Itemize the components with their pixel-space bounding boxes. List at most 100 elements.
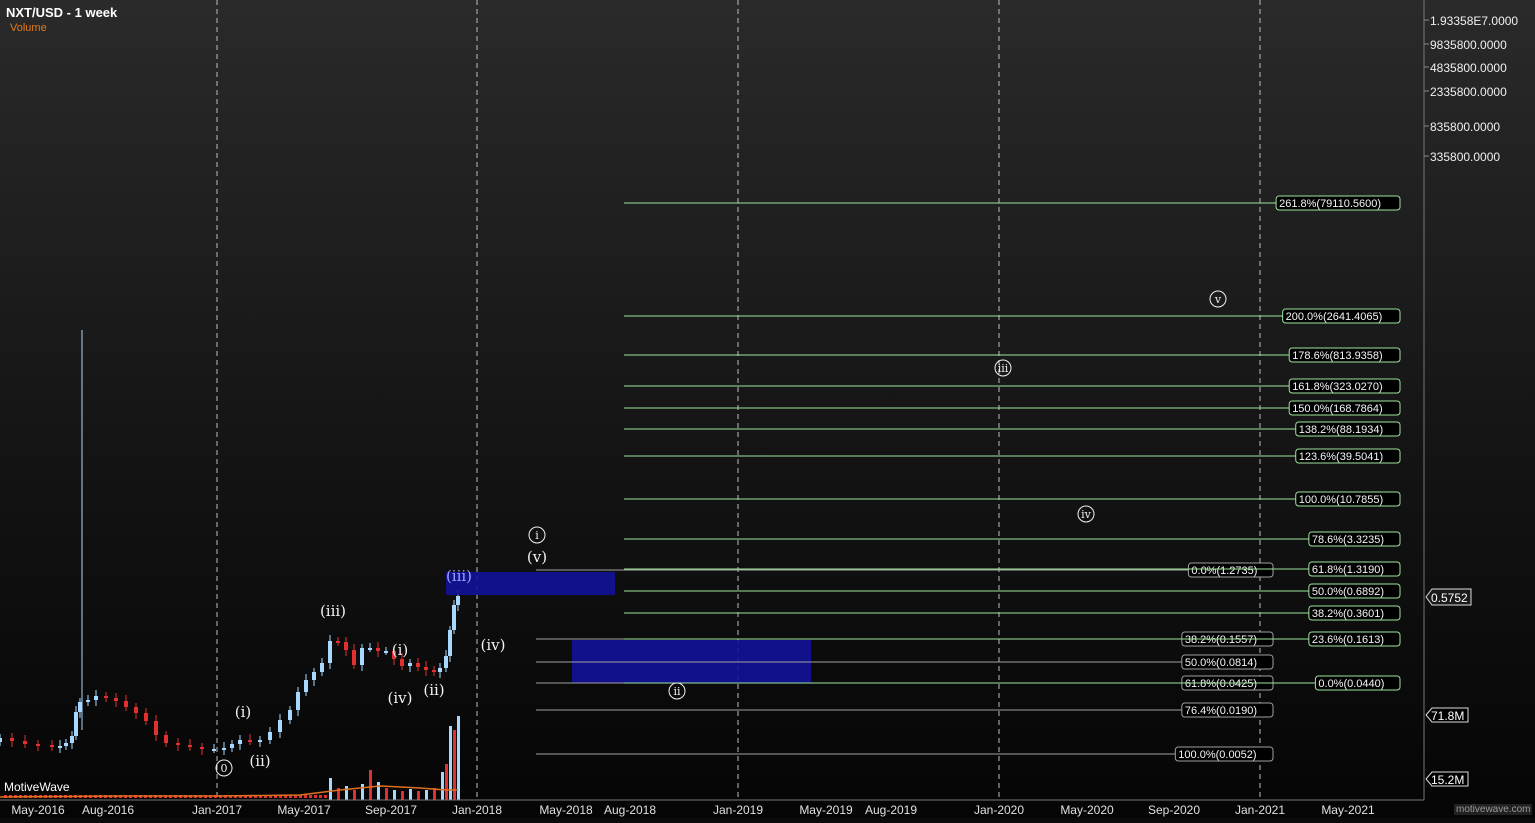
price-candle (238, 740, 242, 744)
wave-label: 0 (221, 762, 228, 775)
price-candle (452, 605, 456, 630)
price-candle (288, 710, 292, 720)
price-candle (312, 672, 316, 680)
motivewave-label: MotiveWave (4, 780, 70, 794)
price-candle (23, 741, 27, 744)
volume-bar (377, 782, 380, 800)
fib-level-label: 123.6%(39.5041) (1299, 451, 1383, 463)
fib-level-label: 61.8%(0.0425) (1185, 678, 1257, 690)
wave-label: iv (1081, 508, 1092, 521)
price-candle (64, 743, 68, 746)
fib-level-label: 50.0%(0.6892) (1312, 586, 1384, 598)
chart-window: 0.0%(1.2735) 38.2%(0.1557) 50.0%(0.0814) 61… (0, 0, 1535, 818)
price-candle (58, 746, 62, 748)
wave-label: (ii) (423, 681, 444, 699)
volume-bar (449, 726, 452, 800)
fib-level-label: 76.4%(0.0190) (1185, 705, 1257, 717)
wave-label: (iv) (388, 689, 413, 707)
price-candle (222, 748, 226, 750)
price-candle (0, 738, 2, 742)
time-axis-label: Jan-2018 (452, 803, 502, 817)
fib-level-label: 0.0%(1.2735) (1191, 565, 1257, 577)
price-candle (400, 659, 404, 666)
time-axis-label: May-2019 (799, 803, 853, 817)
price-candle (416, 663, 420, 667)
price-candle (200, 747, 204, 749)
price-candle (78, 702, 82, 712)
volume-bar (345, 786, 348, 800)
price-candle (248, 740, 252, 742)
price-candle (94, 696, 98, 700)
fib-level-label: 138.2%(88.1934) (1299, 424, 1383, 436)
volume-bar (445, 764, 448, 800)
volume-bar (304, 795, 307, 798)
time-axis-label: May-2018 (539, 803, 593, 817)
time-axis-label: May-2016 (11, 803, 65, 817)
volume-axis-label: 15.2M (1431, 773, 1464, 787)
fib-level-label: 0.0%(0.0440) (1318, 678, 1384, 690)
price-chart[interactable]: 0.0%(1.2735) 38.2%(0.1557) 50.0%(0.0814) 61… (0, 0, 1535, 818)
price-candle (230, 744, 234, 748)
volume-bar (324, 795, 327, 798)
price-candle (114, 698, 118, 701)
wave-label: (i) (392, 641, 409, 659)
price-candle (336, 641, 340, 643)
volume-bar (441, 772, 444, 800)
fib-level-label: 100.0%(0.0052) (1178, 749, 1256, 761)
time-axis-label: Jan-2021 (1235, 803, 1285, 817)
time-axis-label: Sep-2017 (365, 803, 417, 817)
time-axis-label: Aug-2019 (865, 803, 917, 817)
price-candle (296, 692, 300, 710)
price-candle (50, 745, 54, 747)
volume-axis-label: 71.8M (1431, 709, 1464, 723)
price-candle (36, 744, 40, 746)
fib-level-label: 23.6%(0.1613) (1312, 634, 1384, 646)
price-candle (448, 630, 452, 656)
time-axis-label: May-2017 (277, 803, 331, 817)
price-candle (70, 736, 74, 743)
price-candle (352, 650, 356, 665)
time-axis-label: May-2020 (1060, 803, 1114, 817)
time-axis-label: Jan-2017 (192, 803, 242, 817)
price-axis-label: 335800.0000 (1430, 150, 1500, 164)
fib-level-label: 38.2%(0.3601) (1312, 608, 1384, 620)
motivewave-site: motivewave.com (1454, 804, 1533, 815)
price-candle (328, 641, 332, 663)
fib-level-label: 78.6%(3.3235) (1312, 534, 1384, 546)
price-candle (444, 656, 448, 668)
price-axis-label: 4835800.0000 (1430, 61, 1507, 75)
volume-bar (393, 790, 396, 800)
price-candle (432, 670, 436, 672)
volume-bar (417, 791, 420, 800)
fib-level-label: 150.0%(168.7864) (1292, 403, 1383, 415)
price-candle (344, 642, 348, 650)
volume-bar (385, 788, 388, 800)
fib-level-label: 200.0%(2641.4065) (1286, 311, 1383, 323)
chart-title: NXT/USD - 1 week (6, 5, 118, 20)
price-candle (360, 648, 364, 665)
time-axis-label: May-2021 (1321, 803, 1375, 817)
price-candle (212, 749, 216, 751)
price-candle (384, 651, 388, 653)
wave-label: (ii) (249, 752, 270, 770)
fib-level-label: 61.8%(1.3190) (1312, 564, 1384, 576)
price-candle (104, 696, 108, 698)
price-axis-label: 1.93358E7.0000 (1430, 14, 1518, 28)
price-candle (188, 745, 192, 747)
price-candle (124, 701, 128, 707)
fib-level-label: 50.0%(0.0814) (1185, 657, 1257, 669)
volume-bar (329, 778, 332, 800)
time-axis-label: Jan-2020 (974, 803, 1024, 817)
volume-bar (401, 791, 404, 800)
volume-bar (353, 790, 356, 800)
price-candle (368, 648, 372, 650)
fib-level-label: 178.6%(813.9358) (1292, 350, 1383, 362)
price-candle (258, 740, 262, 742)
volume-bar (319, 795, 322, 798)
fib-level-label: 100.0%(10.7855) (1299, 494, 1383, 506)
wave-label: ii (673, 685, 681, 698)
price-candle (408, 663, 412, 666)
price-candle (86, 700, 90, 702)
time-axis-label: Aug-2016 (82, 803, 134, 817)
price-candle (176, 743, 180, 745)
